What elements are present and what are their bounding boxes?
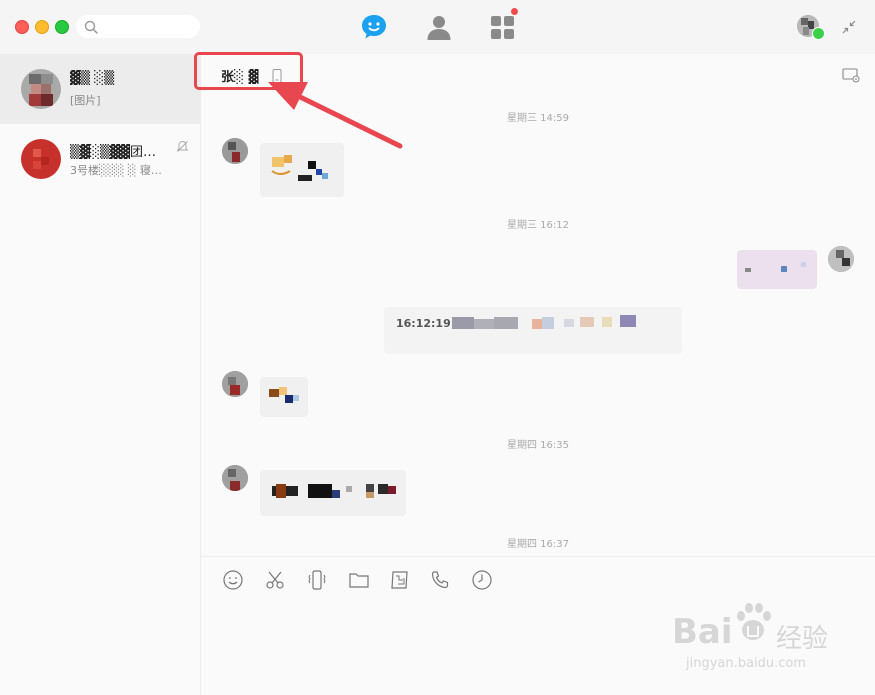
vibrate-icon xyxy=(308,570,326,590)
watermark-url: jingyan.baidu.com xyxy=(686,656,806,671)
watermark-logo: Bai 经验 jingyan.baidu.com xyxy=(672,598,862,678)
message-bubble[interactable] xyxy=(260,470,406,516)
conversation-name: ▓▒ ░▒ xyxy=(70,71,115,86)
grid-apps-icon xyxy=(491,16,514,39)
chat-title[interactable]: 张░ ▓ xyxy=(221,66,259,85)
shrink-arrows-icon xyxy=(842,20,856,34)
message-timestamp: 星期四 16:35 xyxy=(507,440,569,451)
send-file-button[interactable] xyxy=(348,569,370,591)
conversation-name: ▒▓░▒▓▓团… xyxy=(70,145,156,160)
watermark-brand: Bai xyxy=(672,612,733,652)
screen-share-button[interactable] xyxy=(842,67,860,83)
history-icon xyxy=(472,570,492,590)
conversation-item[interactable]: ▒▓░▒▓▓团… 3号楼░░░ ░ 寝… xyxy=(0,124,200,194)
search-icon xyxy=(84,20,98,34)
avatar xyxy=(21,69,61,109)
notification-dot xyxy=(511,8,518,15)
message-timestamp: 星期四 16:37 xyxy=(507,539,569,550)
conversation-list: ▓▒ ░▒ [图片] ▒▓░▒▓▓团… 3号楼░░░ ░ 寝… xyxy=(0,54,201,695)
conversation-item[interactable]: ▓▒ ░▒ [图片] xyxy=(0,54,200,124)
avatar[interactable] xyxy=(222,371,248,397)
pixelated-content xyxy=(272,484,396,498)
mute-bell-icon xyxy=(176,140,189,152)
avatar[interactable] xyxy=(222,465,248,491)
minimize-window-button[interactable] xyxy=(35,20,49,34)
tab-contacts[interactable] xyxy=(424,12,454,42)
pixelated-content xyxy=(271,155,328,181)
message-bubble-outgoing[interactable] xyxy=(737,250,817,289)
send-image-button[interactable] xyxy=(389,569,411,591)
online-status-dot xyxy=(812,27,825,40)
title-bar xyxy=(0,0,875,54)
zoom-window-button[interactable] xyxy=(55,20,69,34)
emoji-button[interactable] xyxy=(222,569,244,591)
pixelated-content xyxy=(269,387,299,403)
system-message: 16:12:19 xyxy=(384,307,682,354)
search-input[interactable] xyxy=(76,15,200,38)
message-bubble[interactable] xyxy=(260,143,344,197)
message-timestamp: 星期三 14:59 xyxy=(507,113,569,124)
tab-apps[interactable] xyxy=(488,12,518,42)
scissors-icon xyxy=(266,571,284,589)
person-icon xyxy=(427,16,451,40)
picture-icon xyxy=(391,571,408,589)
screenshot-button[interactable] xyxy=(264,569,286,591)
paw-icon xyxy=(737,603,771,640)
folder-icon xyxy=(349,573,369,588)
message-timestamp: 星期三 16:12 xyxy=(507,220,569,231)
message-bubble[interactable] xyxy=(260,377,308,417)
phone-icon xyxy=(431,571,449,589)
vibrate-button[interactable] xyxy=(306,569,328,591)
compact-mode-button[interactable] xyxy=(841,19,857,35)
chat-bubble-icon xyxy=(362,15,386,39)
pixelated-content xyxy=(745,262,806,272)
screen-settings-icon xyxy=(842,68,860,83)
avatar[interactable] xyxy=(222,138,248,164)
conversation-preview: [图片] xyxy=(70,94,101,107)
system-message-time: 16:12:19 xyxy=(396,317,451,330)
watermark-brand-cn: 经验 xyxy=(776,624,829,654)
avatar xyxy=(21,139,61,179)
pixelated-content xyxy=(452,315,636,329)
message-toolbar xyxy=(201,556,875,602)
conversation-preview: 3号楼░░░ ░ 寝… xyxy=(70,164,162,177)
emoji-icon xyxy=(223,570,243,590)
close-window-button[interactable] xyxy=(15,20,29,34)
tab-messages[interactable] xyxy=(359,12,389,42)
voice-call-button[interactable] xyxy=(429,569,451,591)
avatar[interactable] xyxy=(828,246,854,272)
history-button[interactable] xyxy=(471,569,493,591)
